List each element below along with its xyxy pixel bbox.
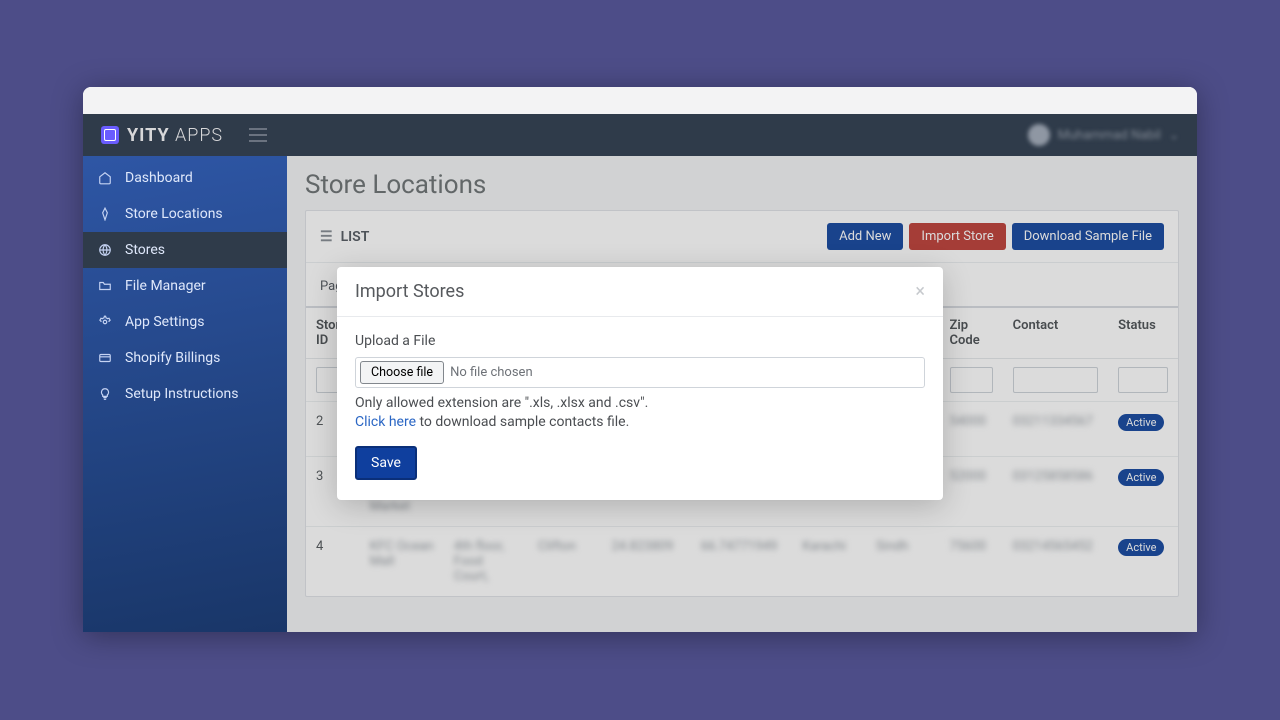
- allowed-ext-text: Only allowed extension are ".xls, .xlsx …: [355, 395, 648, 411]
- close-icon[interactable]: ×: [915, 281, 925, 302]
- file-chosen-text: No file chosen: [450, 365, 533, 380]
- user-name: Muhammad Nabil: [1058, 128, 1161, 143]
- sidebar-item-store-locations[interactable]: Store Locations: [83, 196, 287, 232]
- sidebar-item-dashboard[interactable]: Dashboard: [83, 160, 287, 196]
- top-navbar: YITY APPS Muhammad Nabil ⌄: [83, 114, 1197, 156]
- download-sample-link[interactable]: Click here: [355, 414, 416, 430]
- sidebar-item-label: App Settings: [125, 314, 204, 330]
- sidebar-item-app-settings[interactable]: App Settings: [83, 304, 287, 340]
- brand-light: APPS: [175, 125, 223, 146]
- globe-icon: [97, 242, 113, 258]
- file-input-row: Choose file No file chosen: [355, 357, 925, 388]
- sidebar-item-label: Dashboard: [125, 170, 193, 186]
- sidebar-item-label: Setup Instructions: [125, 386, 238, 402]
- menu-toggle-icon[interactable]: [249, 128, 267, 142]
- help-text: Only allowed extension are ".xls, .xlsx …: [355, 394, 925, 432]
- chevron-down-icon: ⌄: [1169, 128, 1179, 142]
- card-icon: [97, 350, 113, 366]
- sidebar-item-shopify-billings[interactable]: Shopify Billings: [83, 340, 287, 376]
- bulb-icon: [97, 386, 113, 402]
- brand-text: YITY APPS: [127, 125, 223, 146]
- brand: YITY APPS: [101, 125, 267, 146]
- sidebar-item-label: Shopify Billings: [125, 350, 220, 366]
- choose-file-button[interactable]: Choose file: [360, 361, 444, 384]
- download-suffix: to download sample contacts file.: [416, 414, 629, 430]
- home-icon: [97, 170, 113, 186]
- brand-bold: YITY: [127, 125, 170, 146]
- avatar: [1028, 124, 1050, 146]
- sidebar-item-label: Stores: [125, 242, 165, 258]
- sidebar-item-stores[interactable]: Stores: [83, 232, 287, 268]
- user-menu[interactable]: Muhammad Nabil ⌄: [1028, 124, 1179, 146]
- save-button[interactable]: Save: [355, 446, 417, 480]
- gear-icon: [97, 314, 113, 330]
- pin-icon: [97, 206, 113, 222]
- upload-label: Upload a File: [355, 333, 925, 349]
- sidebar-item-label: Store Locations: [125, 206, 223, 222]
- modal-body: Upload a File Choose file No file chosen…: [337, 317, 943, 500]
- sidebar: Dashboard Store Locations Stores File Ma…: [83, 156, 287, 632]
- import-stores-modal: Import Stores × Upload a File Choose fil…: [337, 267, 943, 500]
- sidebar-item-file-manager[interactable]: File Manager: [83, 268, 287, 304]
- folder-icon: [97, 278, 113, 294]
- modal-header: Import Stores ×: [337, 267, 943, 317]
- window-titlebar: [83, 87, 1197, 114]
- brand-icon: [101, 126, 119, 144]
- sidebar-item-label: File Manager: [125, 278, 206, 294]
- sidebar-item-setup-instructions[interactable]: Setup Instructions: [83, 376, 287, 412]
- modal-title: Import Stores: [355, 281, 464, 302]
